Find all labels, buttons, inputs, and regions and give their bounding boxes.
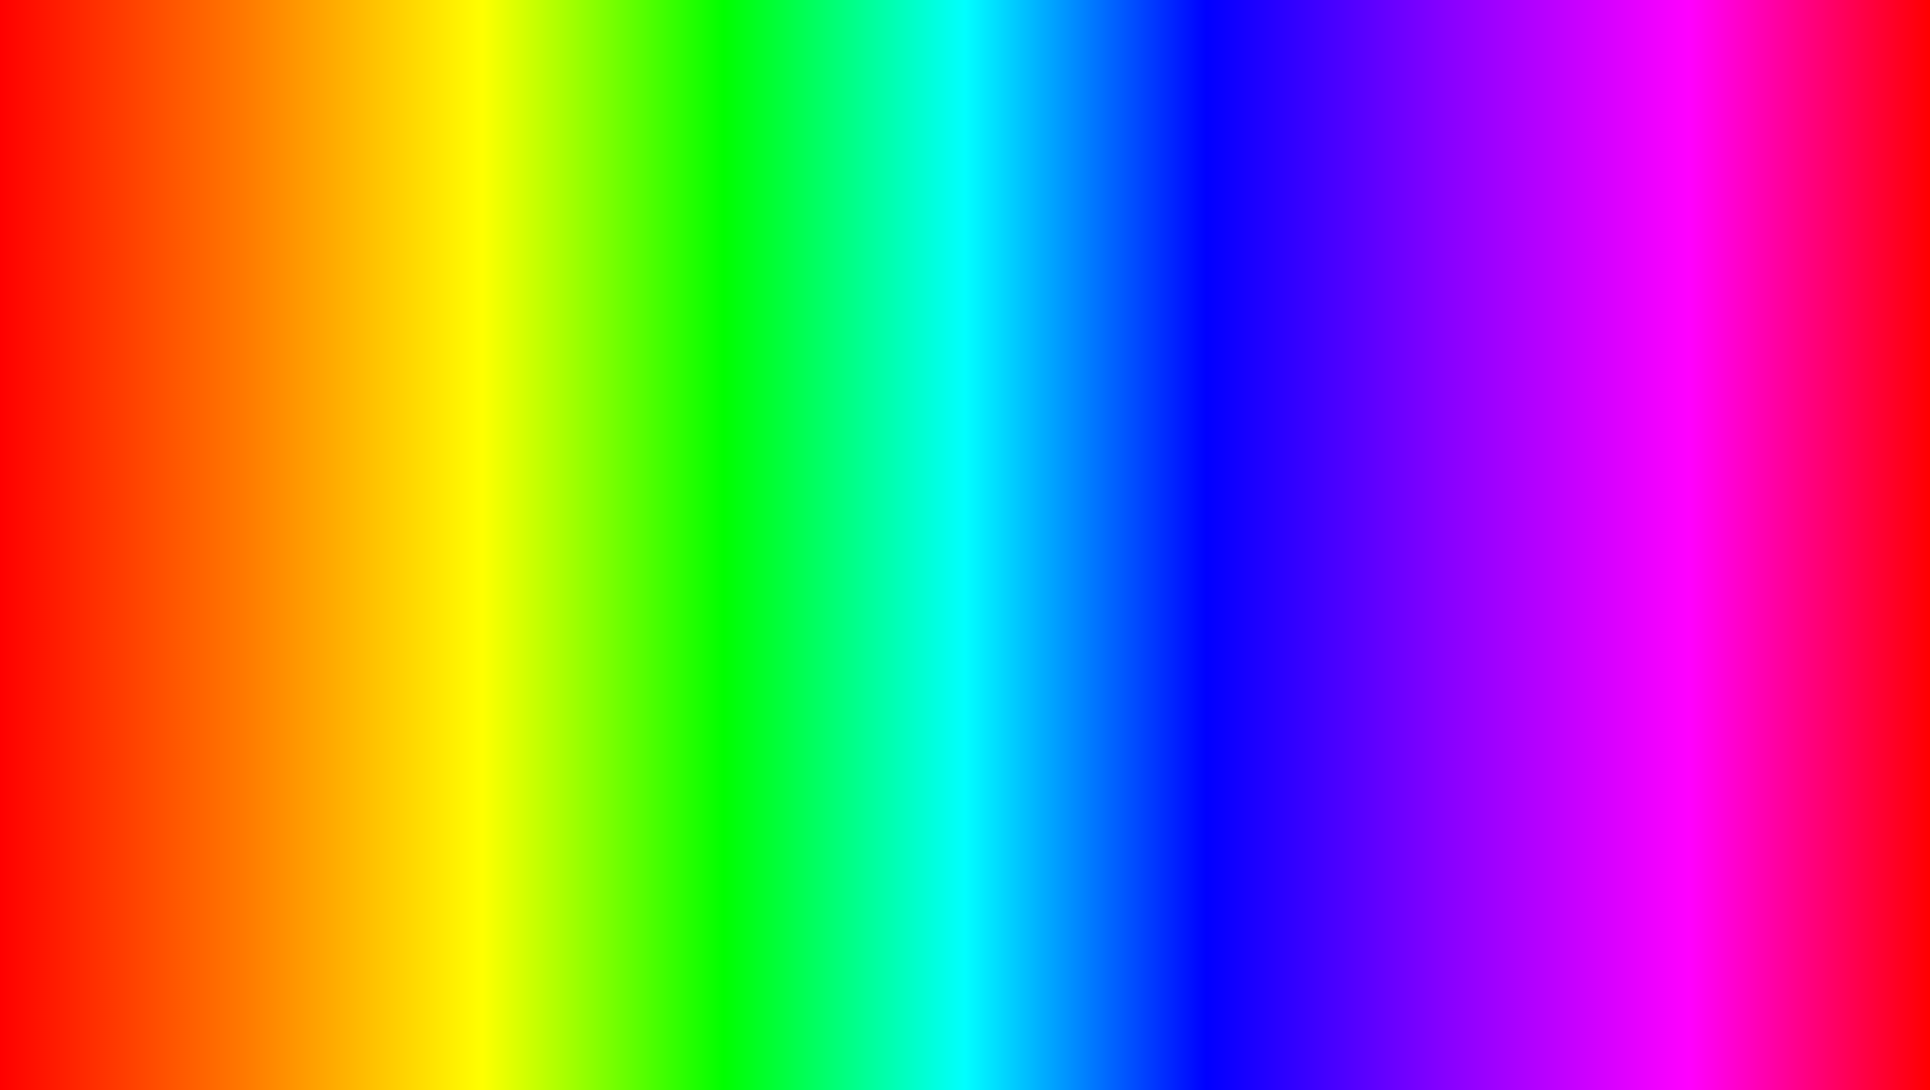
spamspace-label: SpamSpace bbox=[930, 397, 1001, 412]
gui-item-antitimestop[interactable]: ◎ AntiTimeStop ⋮ bbox=[900, 422, 1296, 457]
item-dots-3[interactable]: ⋮ bbox=[660, 464, 676, 484]
title-l2: L bbox=[1279, 8, 1387, 213]
gui-close-left[interactable]: × bbox=[672, 326, 681, 344]
check-icon-2: ✓ bbox=[300, 501, 312, 518]
gui-section-header-left: Combat bbox=[290, 356, 686, 383]
gui-titlebar-right: whopper battles × bbox=[785, 320, 1301, 351]
target-icon-5: ◎ bbox=[910, 571, 922, 588]
circle-icon-1: ○ bbox=[300, 571, 308, 587]
goldengodmode-label: GoldenGodmode bbox=[930, 502, 1029, 517]
gui-close-right[interactable]: × bbox=[1282, 326, 1291, 344]
sidebar-item-gloves-right[interactable]: Gloves bbox=[785, 449, 895, 480]
title-a: A bbox=[533, 8, 662, 213]
goldendelay-label: GoldenDelay bbox=[930, 467, 1005, 482]
au-label: Au bbox=[320, 502, 336, 517]
gui-item-autoreverse[interactable]: ◎ AutoReverse ⋮ bbox=[900, 527, 1296, 562]
gui-item-goldengodmode[interactable]: ◎ GoldenGodmode ⋮ bbox=[900, 492, 1296, 527]
game-title: SLAP BATTLES bbox=[8, 18, 1922, 203]
gui-item-autofarm[interactable]: ✓ AutoFarm ⋮ bbox=[290, 422, 686, 457]
sidebar-item-combat-right[interactable]: Combat bbox=[785, 356, 895, 387]
gui-item-velocity[interactable]: ○ Velocity ⋮ bbox=[290, 562, 686, 597]
gui-content-right: Abilities ◎ SpamSpace ⋮ ◎ AntiTimeStop ⋮ bbox=[895, 351, 1301, 602]
gui-body-right: Combat Movement Abilities Gloves World A… bbox=[785, 351, 1301, 602]
mode-label-1: Mode bbox=[316, 467, 349, 482]
check-icon-1: ✓ bbox=[300, 431, 312, 448]
item-dots-r6[interactable]: ⋮ bbox=[1270, 569, 1286, 589]
gui-sidebar-right: Combat Movement Abilities Gloves World bbox=[785, 351, 895, 602]
sidebar-item-world-left[interactable]: World bbox=[175, 480, 285, 511]
wave-icon: ∿ bbox=[910, 466, 922, 483]
gui-item-goldendelay[interactable]: ∿ GoldenDelay ⋮ bbox=[900, 457, 1296, 492]
gui-item-mode-1[interactable]: ≡ Mode ⋮ bbox=[290, 457, 686, 492]
title-a2: A bbox=[948, 8, 1063, 213]
background: SLAP SLOP BATTLES SLAP BATTLES MOBILE ✓ … bbox=[8, 8, 1922, 1082]
sidebar-item-abilities-left[interactable]: Abilities bbox=[175, 418, 285, 449]
antirockkill-label: AntiRockKill bbox=[930, 572, 999, 587]
bottom-bar: AUTO FARM SCRIPT PASTEBIN bbox=[8, 942, 1922, 1082]
title-l: L bbox=[425, 8, 533, 213]
gui-body-left: Combat Movement Abilities Gloves World C… bbox=[175, 351, 691, 602]
antitimestop-label: AntiTimeStop bbox=[930, 432, 1008, 447]
gui-window-left: whopper battles × Combat Movement Abilit… bbox=[173, 318, 693, 604]
gui-item-spamspace[interactable]: ◎ SpamSpace ⋮ bbox=[900, 387, 1296, 422]
title-space bbox=[773, 8, 819, 213]
sidebar-item-gloves-left[interactable]: Gloves bbox=[175, 449, 285, 480]
title-p: P bbox=[661, 8, 773, 213]
title-s: S bbox=[306, 8, 424, 213]
skull-icon: ☠ bbox=[300, 396, 313, 413]
velocity-label: Velocity bbox=[316, 572, 361, 587]
sidebar-item-world-right[interactable]: World bbox=[785, 480, 895, 511]
gui-window-right: whopper battles × Combat Movement Abilit… bbox=[783, 318, 1303, 604]
title-t2: T bbox=[1171, 8, 1279, 213]
title-e: E bbox=[1387, 8, 1505, 213]
item-dots-r2[interactable]: ⋮ bbox=[1270, 429, 1286, 449]
gui-title-left: whopper battles bbox=[185, 327, 284, 343]
gui-content-left: Combat ☠ Death Godmode ⋮ ✓ AutoFarm ⋮ bbox=[285, 351, 691, 602]
item-dots-2[interactable]: ⋮ bbox=[660, 429, 676, 449]
mode-label-2: Mode bbox=[316, 537, 349, 552]
item-dots-6[interactable]: ⋮ bbox=[660, 569, 676, 589]
death-godmode-label: Death Godmode bbox=[321, 397, 416, 412]
title-s2: S bbox=[1505, 8, 1623, 213]
sidebar-item-abilities-right[interactable]: Abilities bbox=[785, 418, 895, 449]
gui-item-death-godmode[interactable]: ☠ Death Godmode ⋮ bbox=[290, 387, 686, 422]
target-icon-1: ◎ bbox=[910, 396, 922, 413]
gui-item-au[interactable]: ✓ Au ⋮ bbox=[290, 492, 686, 527]
target-icon-3: ◎ bbox=[910, 501, 922, 518]
autoreverse-label: AutoReverse bbox=[930, 537, 1005, 552]
gui-sidebar-left: Combat Movement Abilities Gloves World bbox=[175, 351, 285, 602]
gui-titlebar-left: whopper battles × bbox=[175, 320, 691, 351]
gui-section-header-right: Abilities bbox=[900, 356, 1296, 383]
item-dots-r4[interactable]: ⋮ bbox=[1270, 499, 1286, 519]
title-container: SLAP BATTLES bbox=[8, 18, 1922, 203]
auto-farm-text: AUTO FARM bbox=[235, 937, 978, 1082]
script-text: SCRIPT bbox=[998, 969, 1285, 1055]
item-dots-5[interactable]: ⋮ bbox=[660, 534, 676, 554]
gui-item-mode-2[interactable]: ≡ Mode ⋮ bbox=[290, 527, 686, 562]
sidebar-item-movement-right[interactable]: Movement bbox=[785, 387, 895, 418]
title-t1: T bbox=[1063, 8, 1171, 213]
pastebin-text: PASTEBIN bbox=[1305, 969, 1695, 1055]
item-dots-r3[interactable]: ⋮ bbox=[1270, 464, 1286, 484]
gui-title-right: whopper battles bbox=[795, 327, 894, 343]
sidebar-item-movement-left[interactable]: Movement bbox=[175, 387, 285, 418]
autofarm-label: AutoFarm bbox=[320, 432, 377, 447]
lines-icon-1: ≡ bbox=[300, 466, 308, 482]
item-dots-r1[interactable]: ⋮ bbox=[1270, 394, 1286, 414]
target-icon-2: ◎ bbox=[910, 431, 922, 448]
sidebar-item-combat-left[interactable]: Combat bbox=[175, 356, 285, 387]
target-icon-4: ◎ bbox=[910, 536, 922, 553]
title-b: B bbox=[819, 8, 948, 213]
item-dots-1[interactable]: ⋮ bbox=[660, 394, 676, 414]
lines-icon-2: ≡ bbox=[300, 536, 308, 552]
item-dots-4[interactable]: ⋮ bbox=[660, 499, 676, 519]
item-dots-r5[interactable]: ⋮ bbox=[1270, 534, 1286, 554]
gui-item-antirockkill[interactable]: ◎ AntiRockKill ⋮ bbox=[900, 562, 1296, 597]
